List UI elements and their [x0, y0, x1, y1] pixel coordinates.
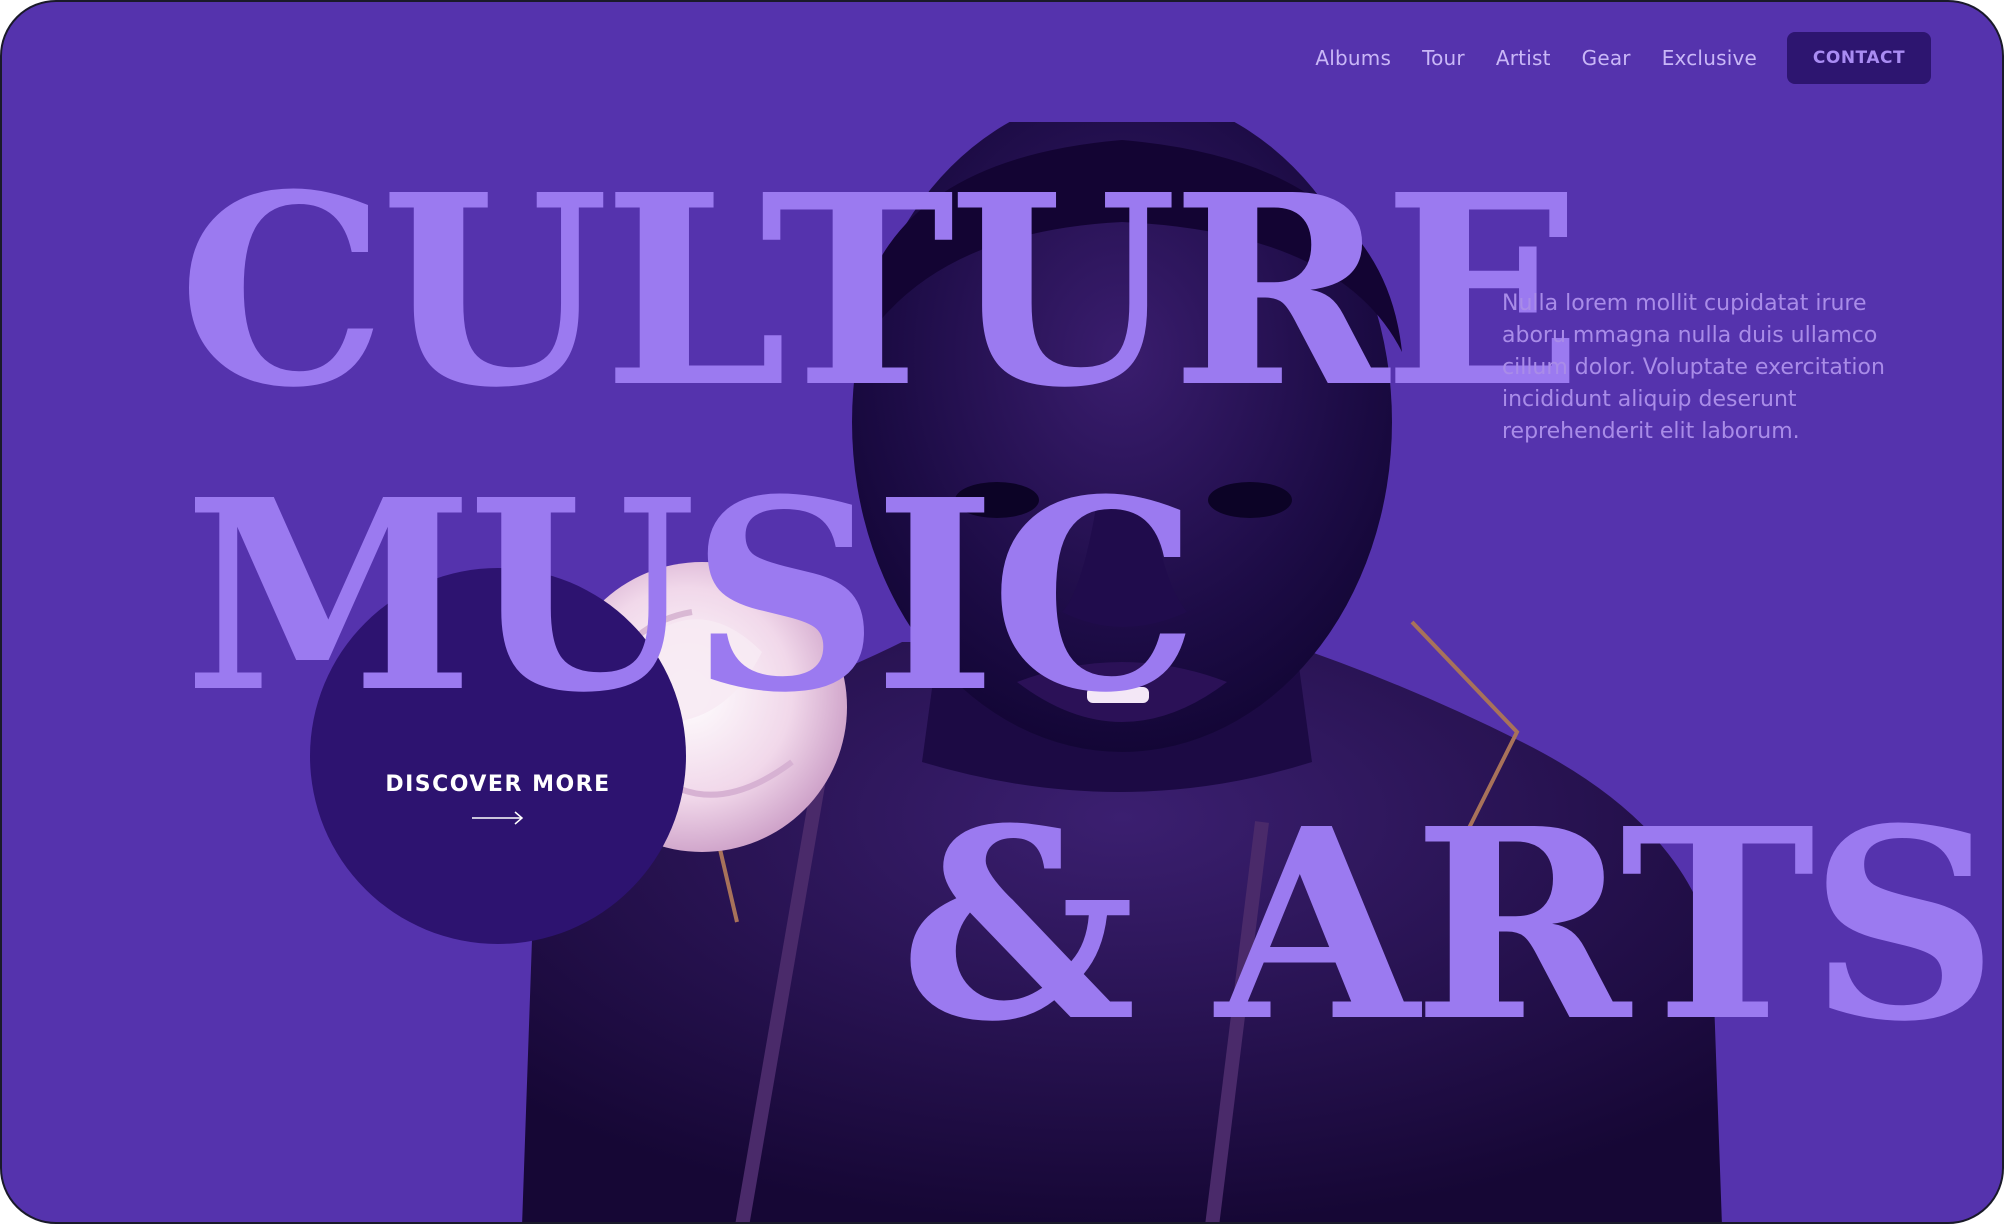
arrow-right-icon	[472, 811, 524, 825]
discover-more-label: DISCOVER MORE	[385, 772, 611, 797]
landing-page: CULTURE MUSIC & ARTS DISCOVER MORE Nulla…	[0, 0, 2004, 1224]
contact-button[interactable]: CONTACT	[1787, 32, 1931, 84]
nav-link-tour[interactable]: Tour	[1422, 46, 1465, 70]
nav-link-exclusive[interactable]: Exclusive	[1662, 46, 1757, 70]
top-nav: Albums Tour Artist Gear Exclusive CONTAC…	[1315, 32, 1931, 84]
nav-link-albums[interactable]: Albums	[1315, 46, 1391, 70]
discover-more-button[interactable]: DISCOVER MORE	[362, 772, 634, 825]
nav-link-gear[interactable]: Gear	[1582, 46, 1631, 70]
discover-disc	[310, 568, 686, 944]
intro-paragraph: Nulla lorem mollit cupidatat irure aboru…	[1502, 291, 1885, 444]
nav-link-artist[interactable]: Artist	[1496, 46, 1551, 70]
